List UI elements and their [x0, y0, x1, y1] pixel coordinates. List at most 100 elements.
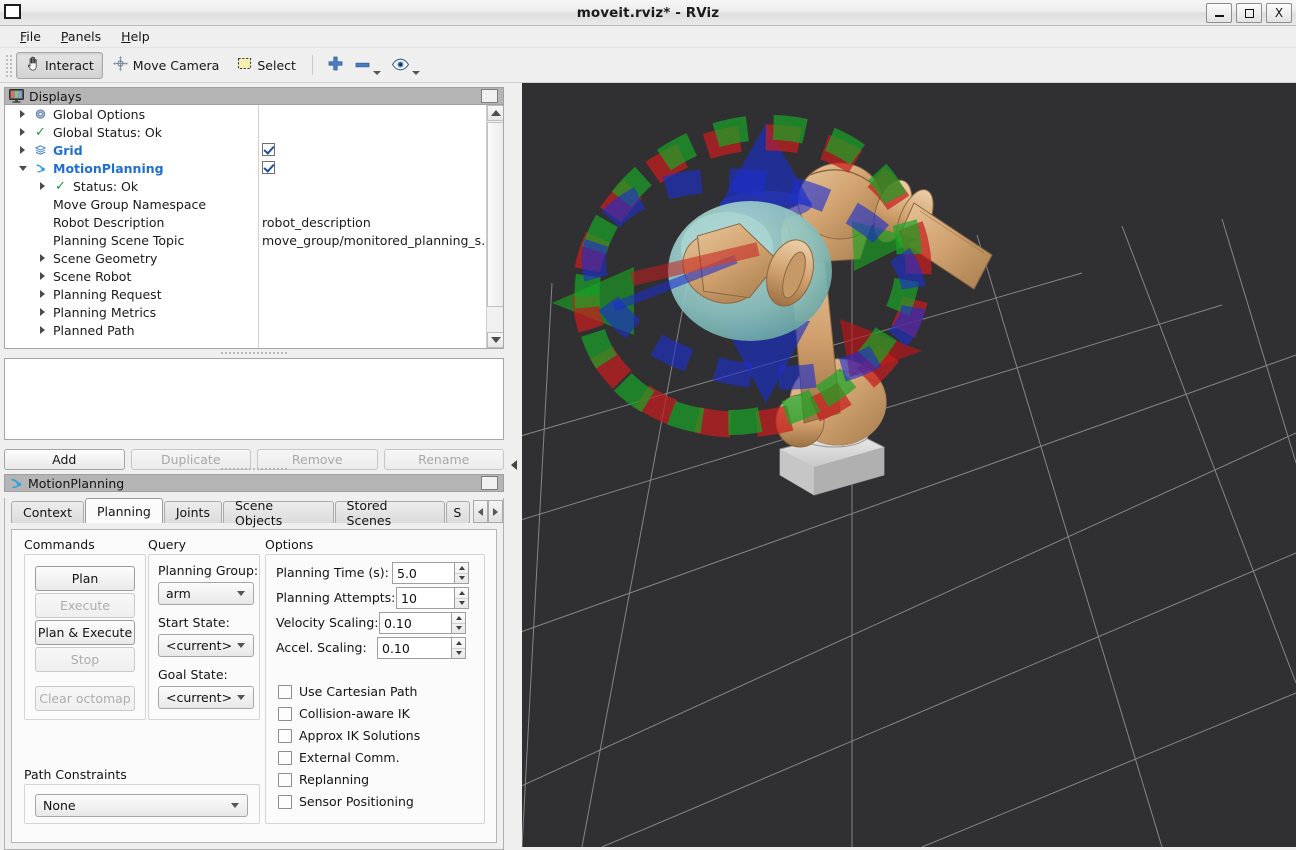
accel-scaling-spin-buttons[interactable]: [451, 637, 466, 659]
expander-right-icon[interactable]: [40, 290, 45, 298]
planning-time-spin-buttons[interactable]: [454, 562, 469, 584]
tab-scroll-right-button[interactable]: [488, 500, 503, 523]
use-cartesian-path-checkbox[interactable]: [278, 684, 292, 699]
planning-attempts-spinner[interactable]: [396, 587, 469, 609]
start-state-combo[interactable]: <current>: [158, 634, 254, 657]
sensor-positioning-checkbox[interactable]: [278, 794, 292, 809]
tree-row-global-status[interactable]: ✓ Global Status: Ok: [5, 123, 485, 141]
sensor-positioning-row[interactable]: Sensor Positioning: [278, 794, 414, 809]
tool-select[interactable]: Select: [228, 52, 305, 79]
chevron-down-icon[interactable]: [411, 70, 420, 75]
menu-panels[interactable]: Panels: [51, 27, 111, 46]
expander-right-icon[interactable]: [40, 308, 45, 316]
scroll-up-button[interactable]: [487, 105, 503, 121]
spin-up-button[interactable]: [455, 563, 468, 574]
velocity-scaling-input[interactable]: [379, 612, 451, 634]
tree-value-planning-scene-topic[interactable]: move_group/monitored_planning_s...: [262, 233, 493, 248]
tree-row-robot-description[interactable]: Robot Description robot_description: [5, 213, 485, 231]
tree-row-planned-path[interactable]: Planned Path: [5, 321, 485, 339]
spin-up-button[interactable]: [452, 613, 465, 624]
float-panel-button[interactable]: [481, 476, 498, 490]
accel-scaling-spinner[interactable]: [377, 637, 466, 659]
plan-execute-button[interactable]: Plan & Execute: [35, 620, 135, 645]
clear-octomap-button[interactable]: Clear octomap: [35, 686, 135, 711]
approx-ik-solutions-row[interactable]: Approx IK Solutions: [278, 728, 420, 743]
grid-visibility-checkbox[interactable]: [262, 143, 275, 156]
tree-row-move-group-namespace[interactable]: Move Group Namespace: [5, 195, 485, 213]
execute-button[interactable]: Execute: [35, 593, 135, 618]
expander-right-icon[interactable]: [20, 128, 25, 136]
expander-right-icon[interactable]: [40, 254, 45, 262]
scroll-down-button[interactable]: [487, 332, 503, 348]
close-button[interactable]: X: [1266, 3, 1292, 23]
displays-tree[interactable]: Global Options ✓ Global Status: Ok Grid …: [4, 105, 504, 349]
velocity-scaling-spin-buttons[interactable]: [451, 612, 466, 634]
tree-row-grid[interactable]: Grid: [5, 141, 485, 159]
remove-tool-button[interactable]: [349, 52, 386, 79]
spin-up-button[interactable]: [452, 638, 465, 649]
expander-right-icon[interactable]: [40, 326, 45, 334]
expander-right-icon[interactable]: [40, 182, 45, 190]
tree-row-status[interactable]: ✓ Status: Ok: [5, 177, 485, 195]
external-comm-row[interactable]: External Comm.: [278, 750, 400, 765]
accel-scaling-input[interactable]: [377, 637, 451, 659]
tab-joints[interactable]: Joints: [163, 501, 222, 523]
path-constraints-combo[interactable]: None: [35, 794, 248, 817]
plan-button[interactable]: Plan: [35, 566, 135, 591]
planning-group-combo[interactable]: arm: [158, 582, 254, 605]
menu-help[interactable]: Help: [111, 27, 160, 46]
collision-aware-ik-checkbox[interactable]: [278, 706, 292, 721]
tab-scene-objects[interactable]: Scene Objects: [222, 498, 334, 528]
spin-down-button[interactable]: [452, 649, 465, 659]
tab-stored-states[interactable]: S: [446, 501, 470, 523]
tree-row-motionplanning[interactable]: MotionPlanning: [5, 159, 485, 177]
3d-render-view[interactable]: [522, 83, 1296, 847]
spin-down-button[interactable]: [455, 599, 468, 609]
expander-down-icon[interactable]: [18, 165, 27, 171]
tree-row-scene-geometry[interactable]: Scene Geometry: [5, 249, 485, 267]
motionplanning-visibility-checkbox[interactable]: [262, 161, 275, 174]
maximize-button[interactable]: [1236, 3, 1262, 23]
tab-stored-scenes[interactable]: Stored Scenes: [334, 498, 446, 528]
tool-move-camera[interactable]: Move Camera: [103, 52, 229, 79]
toolbar-grip[interactable]: [4, 53, 13, 77]
minimize-button[interactable]: [1206, 3, 1232, 23]
tree-row-planning-scene-topic[interactable]: Planning Scene Topic move_group/monitore…: [5, 231, 493, 249]
replanning-row[interactable]: Replanning: [278, 772, 369, 787]
expander-right-icon[interactable]: [20, 146, 25, 154]
goal-state-combo[interactable]: <current>: [158, 686, 254, 709]
chevron-down-icon[interactable]: [372, 70, 381, 75]
planning-attempts-input[interactable]: [396, 587, 454, 609]
panel-splitter[interactable]: [219, 349, 289, 356]
spin-up-button[interactable]: [455, 588, 468, 599]
external-comm-checkbox[interactable]: [278, 750, 292, 765]
spin-down-button[interactable]: [452, 624, 465, 634]
tab-context[interactable]: Context: [11, 501, 84, 523]
float-panel-button[interactable]: [481, 89, 498, 103]
use-cartesian-path-row[interactable]: Use Cartesian Path: [278, 684, 417, 699]
add-tool-button[interactable]: [322, 52, 349, 79]
view-tool-button[interactable]: [386, 52, 425, 79]
motionplanning-splitter[interactable]: [219, 465, 289, 472]
menu-file[interactable]: File: [10, 27, 51, 46]
tab-scroll-left-button[interactable]: [473, 500, 488, 523]
tool-interact[interactable]: Interact: [16, 51, 103, 79]
tree-row-planning-request[interactable]: Planning Request: [5, 285, 485, 303]
stop-button[interactable]: Stop: [35, 647, 135, 672]
planning-time-input[interactable]: [392, 562, 454, 584]
tree-row-scene-robot[interactable]: Scene Robot: [5, 267, 485, 285]
tab-planning[interactable]: Planning: [84, 498, 163, 523]
tree-row-global-options[interactable]: Global Options: [5, 105, 485, 123]
tree-value-robot-description[interactable]: robot_description: [262, 215, 371, 230]
spin-down-button[interactable]: [455, 574, 468, 584]
expander-right-icon[interactable]: [20, 110, 25, 118]
approx-ik-solutions-checkbox[interactable]: [278, 728, 292, 743]
collision-aware-ik-row[interactable]: Collision-aware IK: [278, 706, 410, 721]
velocity-scaling-spinner[interactable]: [379, 612, 466, 634]
expander-right-icon[interactable]: [40, 272, 45, 280]
planning-attempts-spin-buttons[interactable]: [454, 587, 469, 609]
replanning-checkbox[interactable]: [278, 772, 292, 787]
collapse-left-panel-button[interactable]: [506, 83, 522, 847]
scrollbar-thumb[interactable]: [487, 122, 503, 307]
tree-row-planning-metrics[interactable]: Planning Metrics: [5, 303, 485, 321]
